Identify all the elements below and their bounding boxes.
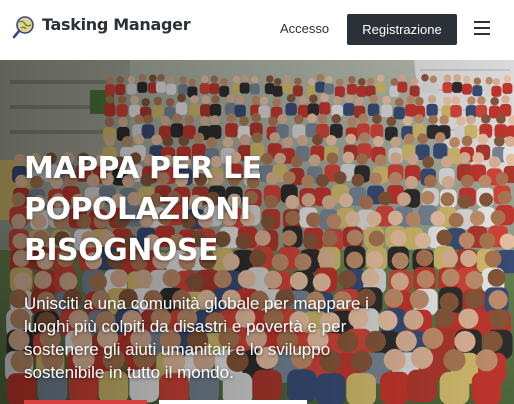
register-button[interactable]: Registrazione <box>347 14 457 45</box>
hero-title: MAPPA PER LE POPOLAZIONI BISOGNOSE <box>24 148 324 271</box>
hamburger-menu-icon[interactable] <box>474 21 490 35</box>
app-title[interactable]: Tasking Manager <box>42 15 191 34</box>
secondary-cta-button[interactable] <box>159 400 307 404</box>
hero-description: Unisciti a una comunità globale per mapp… <box>24 292 394 384</box>
login-link[interactable]: Accesso <box>280 21 329 36</box>
hero-description-line: Unisciti a una comunità globale per mapp… <box>24 294 369 313</box>
hero-description-line: sostenibile in tutto il mondo. <box>24 363 234 382</box>
hero-title-line: MAPPA PER LE <box>24 151 262 186</box>
globe-magnifier-logo-icon[interactable] <box>12 15 36 39</box>
primary-cta-button[interactable] <box>24 400 147 404</box>
navbar: Tasking Manager Accesso Registrazione <box>0 0 514 60</box>
hero-description-line: sostenere gli aiuti umanitari e lo svilu… <box>24 340 331 359</box>
hero-title-line: BISOGNOSE <box>24 233 218 268</box>
hero-title-line: POPOLAZIONI <box>24 192 251 227</box>
hero-description-line: luoghi più colpiti da disastri e povertà… <box>24 317 347 336</box>
hero-banner: MAPPA PER LE POPOLAZIONI BISOGNOSE Unisc… <box>0 60 514 404</box>
